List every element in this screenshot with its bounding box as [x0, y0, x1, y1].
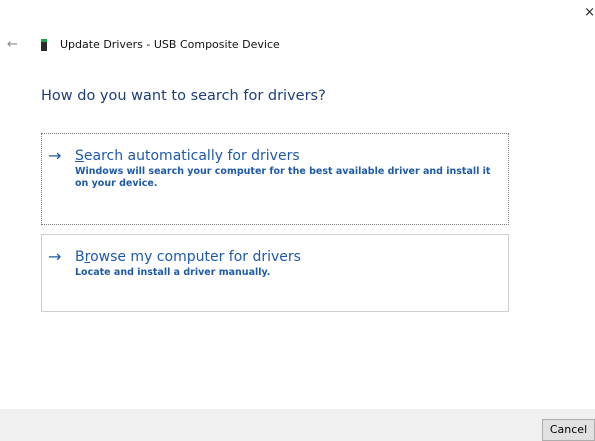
search-automatically-option[interactable]: → Search automatically for drivers Windo… — [41, 133, 509, 225]
access-key: S — [75, 148, 84, 164]
option-title-rest: earch automatically for drivers — [83, 148, 300, 164]
option-description: Windows will search your computer for th… — [75, 166, 491, 189]
page-heading: How do you want to search for drivers? — [41, 88, 326, 104]
right-arrow-icon: → — [48, 146, 62, 165]
option-description: Locate and install a driver manually. — [75, 267, 271, 278]
option-title-pre: B — [75, 249, 85, 265]
option-title: Search automatically for drivers — [75, 147, 300, 165]
right-arrow-icon: → — [48, 247, 62, 266]
footer-bar: Cancel — [0, 409, 595, 441]
close-icon[interactable]: × — [583, 5, 595, 21]
option-title-rest: owse my computer for drivers — [90, 249, 301, 265]
option-title: Browse my computer for drivers — [75, 248, 301, 266]
cancel-button[interactable]: Cancel — [542, 419, 595, 441]
usb-device-icon — [41, 39, 47, 51]
update-drivers-window: × ← Update Drivers - USB Composite Devic… — [0, 0, 595, 441]
usb-body-shape — [41, 42, 47, 51]
browse-computer-option[interactable]: → Browse my computer for drivers Locate … — [41, 234, 509, 312]
window-title: Update Drivers - USB Composite Device — [60, 38, 280, 51]
back-arrow-icon[interactable]: ← — [7, 38, 18, 52]
